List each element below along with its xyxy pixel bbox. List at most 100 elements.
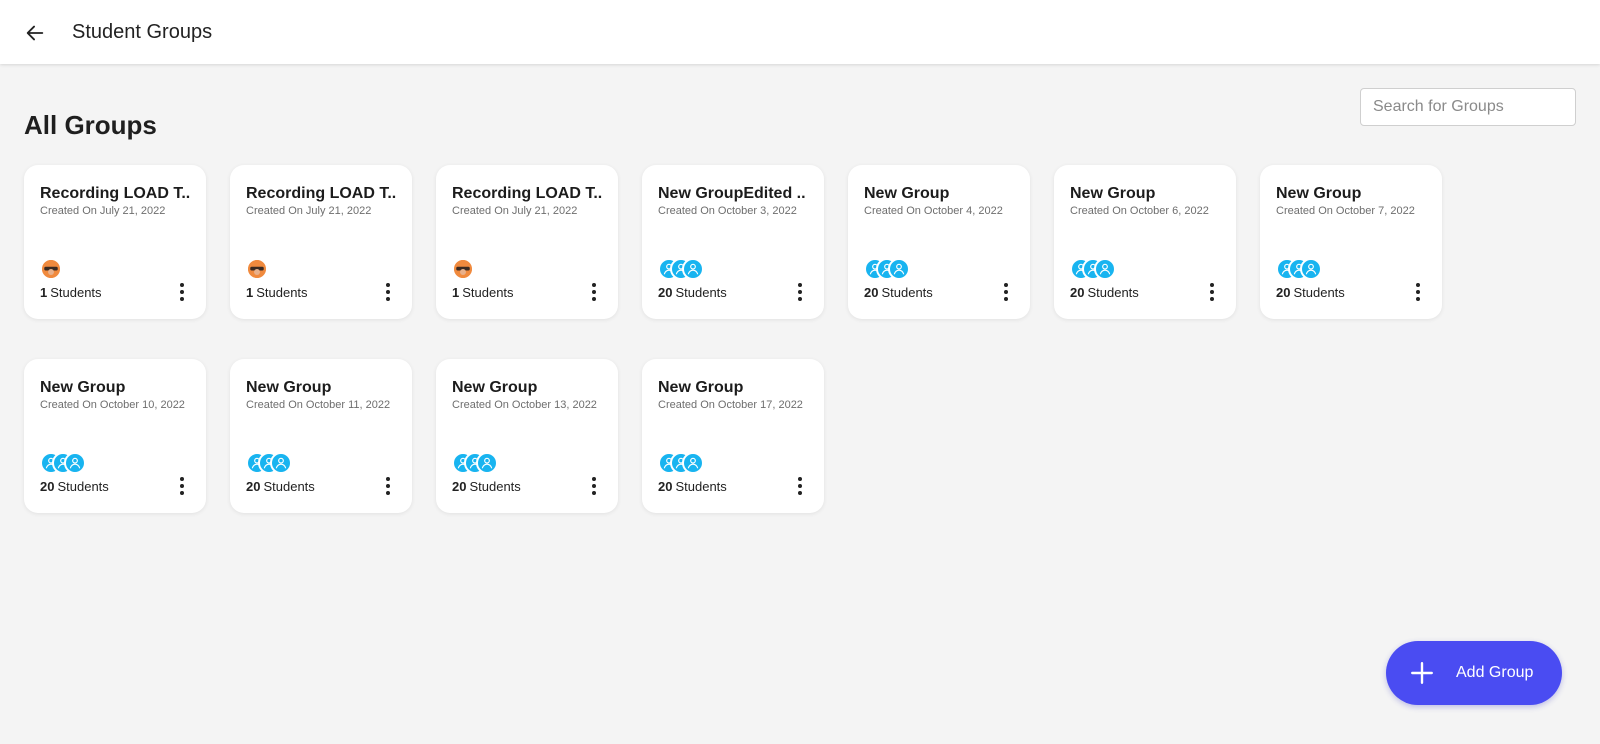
group-created-date: Created On October 4, 2022 xyxy=(864,205,1003,217)
more-options-button[interactable] xyxy=(172,281,192,303)
group-card[interactable]: New Group Created On October 4, 2022 20 Stu… xyxy=(848,165,1030,319)
more-options-button[interactable] xyxy=(584,281,604,303)
group-created-date: Created On July 21, 2022 xyxy=(246,205,372,217)
more-options-button[interactable] xyxy=(172,475,192,497)
more-vert-icon xyxy=(798,283,802,287)
arrow-left-icon xyxy=(26,25,44,41)
student-avatars xyxy=(864,258,910,280)
student-count-number: 20 xyxy=(658,285,673,300)
student-avatar xyxy=(40,258,62,280)
search-input[interactable] xyxy=(1360,88,1576,126)
group-created-date: Created On October 6, 2022 xyxy=(1070,205,1209,217)
student-count-label: Students xyxy=(50,285,102,300)
more-options-button[interactable] xyxy=(996,281,1016,303)
group-name: Recording LOAD T.. xyxy=(40,185,191,202)
group-name: New Group xyxy=(658,379,744,396)
more-options-button[interactable] xyxy=(584,475,604,497)
more-vert-icon xyxy=(1416,283,1420,287)
app-header: Student Groups xyxy=(0,0,1600,64)
student-count: 20 Students xyxy=(658,479,727,494)
page-title: Student Groups xyxy=(72,21,213,43)
more-vert-icon xyxy=(592,283,596,287)
group-created-date: Created On October 17, 2022 xyxy=(658,399,803,411)
more-vert-icon xyxy=(180,477,184,481)
group-name: New Group xyxy=(1070,185,1156,202)
student-count: 1 Students xyxy=(40,285,102,300)
group-card[interactable]: New Group Created On October 6, 2022 20 Stu… xyxy=(1054,165,1236,319)
more-vert-icon xyxy=(180,283,184,287)
student-avatars xyxy=(40,258,62,280)
student-count-number: 1 xyxy=(40,285,48,300)
group-created-date: Created On October 7, 2022 xyxy=(1276,205,1415,217)
group-card[interactable]: New Group Created On October 7, 2022 20 Stu… xyxy=(1260,165,1442,319)
student-count-number: 1 xyxy=(452,285,460,300)
group-name: New Group xyxy=(864,185,950,202)
group-card-grid: Recording LOAD T.. Created On July 21, 20… xyxy=(24,165,1464,513)
student-count-label: Students xyxy=(881,285,933,300)
student-count: 1 Students xyxy=(452,285,514,300)
group-card[interactable]: New Group Created On October 10, 2022 20 St… xyxy=(24,359,206,513)
group-card[interactable]: Recording LOAD T.. Created On July 21, 20… xyxy=(436,165,618,319)
student-count-number: 20 xyxy=(246,479,261,494)
group-name: New Group xyxy=(40,379,126,396)
student-avatar-icon xyxy=(888,258,910,280)
student-avatars xyxy=(40,452,86,474)
student-count-label: Students xyxy=(462,285,514,300)
group-name: Recording LOAD T.. xyxy=(246,185,397,202)
group-created-date: Created On October 3, 2022 xyxy=(658,205,797,217)
more-vert-icon xyxy=(798,477,802,481)
student-count-label: Students xyxy=(1293,285,1345,300)
group-name: New Group xyxy=(452,379,538,396)
group-card[interactable]: New GroupEdited .. Created On October 3, … xyxy=(642,165,824,319)
student-count: 1 Students xyxy=(246,285,308,300)
group-name: Recording LOAD T.. xyxy=(452,185,603,202)
more-vert-icon xyxy=(386,477,390,481)
group-name: New Group xyxy=(246,379,332,396)
back-button[interactable] xyxy=(22,20,48,46)
more-options-button[interactable] xyxy=(790,281,810,303)
more-vert-icon xyxy=(386,283,390,287)
group-card[interactable]: New Group Created On October 13, 2022 20 St… xyxy=(436,359,618,513)
group-created-date: Created On October 13, 2022 xyxy=(452,399,597,411)
more-options-button[interactable] xyxy=(378,281,398,303)
group-card[interactable]: New Group Created On October 17, 2022 20 St… xyxy=(642,359,824,513)
student-count: 20 Students xyxy=(1276,285,1345,300)
student-count-label: Students xyxy=(675,285,727,300)
student-avatar-icon xyxy=(476,452,498,474)
student-count: 20 Students xyxy=(864,285,933,300)
more-options-button[interactable] xyxy=(790,475,810,497)
student-avatars xyxy=(246,452,292,474)
group-card[interactable]: Recording LOAD T.. Created On July 21, 20… xyxy=(230,165,412,319)
more-options-button[interactable] xyxy=(378,475,398,497)
student-avatar xyxy=(246,258,268,280)
more-options-button[interactable] xyxy=(1202,281,1222,303)
group-card[interactable]: New Group Created On October 11, 2022 20 St… xyxy=(230,359,412,513)
student-count: 20 Students xyxy=(452,479,521,494)
student-count-number: 20 xyxy=(1070,285,1085,300)
student-count-number: 20 xyxy=(1276,285,1291,300)
student-avatars xyxy=(658,452,704,474)
more-options-button[interactable] xyxy=(1408,281,1428,303)
student-avatars xyxy=(246,258,268,280)
student-avatars xyxy=(452,452,498,474)
student-avatar-icon xyxy=(64,452,86,474)
student-count: 20 Students xyxy=(40,479,109,494)
plus-icon xyxy=(1408,659,1436,687)
student-count-label: Students xyxy=(256,285,308,300)
add-group-label: Add Group xyxy=(1456,664,1534,681)
student-avatars xyxy=(1276,258,1322,280)
group-created-date: Created On July 21, 2022 xyxy=(40,205,166,217)
group-created-date: Created On October 11, 2022 xyxy=(246,399,391,411)
student-count-label: Students xyxy=(57,479,109,494)
student-avatars xyxy=(658,258,704,280)
group-name: New Group xyxy=(1276,185,1362,202)
student-avatar-icon xyxy=(1094,258,1116,280)
more-vert-icon xyxy=(1210,283,1214,287)
add-group-button[interactable]: Add Group xyxy=(1386,641,1562,705)
student-count-number: 20 xyxy=(452,479,467,494)
student-count-number: 20 xyxy=(658,479,673,494)
group-card[interactable]: Recording LOAD T.. Created On July 21, 20… xyxy=(24,165,206,319)
student-count-number: 20 xyxy=(40,479,55,494)
student-count-label: Students xyxy=(1087,285,1139,300)
group-created-date: Created On July 21, 2022 xyxy=(452,205,578,217)
